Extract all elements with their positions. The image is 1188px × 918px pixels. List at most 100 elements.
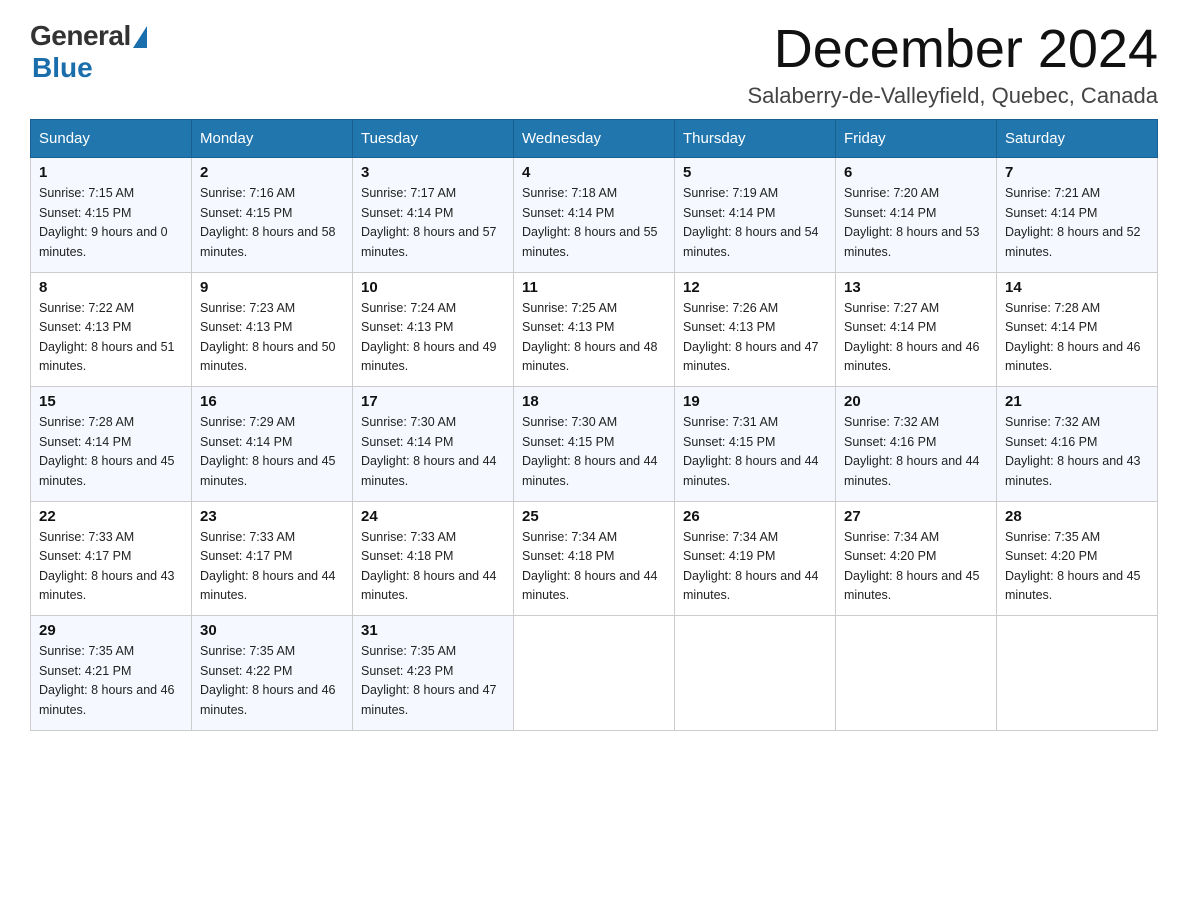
day-cell: 6 Sunrise: 7:20 AMSunset: 4:14 PMDaylight… xyxy=(836,158,997,273)
day-number: 23 xyxy=(200,508,344,525)
column-header-wednesday: Wednesday xyxy=(514,120,675,158)
day-cell: 31 Sunrise: 7:35 AMSunset: 4:23 PMDayligh… xyxy=(353,616,514,731)
day-cell: 20 Sunrise: 7:32 AMSunset: 4:16 PMDayligh… xyxy=(836,387,997,502)
day-number: 14 xyxy=(1005,279,1149,296)
column-header-tuesday: Tuesday xyxy=(353,120,514,158)
day-number: 9 xyxy=(200,279,344,296)
day-info: Sunrise: 7:32 AMSunset: 4:16 PMDaylight:… xyxy=(844,413,988,491)
day-number: 10 xyxy=(361,279,505,296)
calendar-body: 1Sunrise: 7:15 AMSunset: 4:15 PMDaylight… xyxy=(31,158,1158,731)
day-info: Sunrise: 7:19 AMSunset: 4:14 PMDaylight:… xyxy=(683,184,827,262)
day-info: Sunrise: 7:25 AMSunset: 4:13 PMDaylight:… xyxy=(522,299,666,377)
day-info: Sunrise: 7:20 AMSunset: 4:14 PMDaylight:… xyxy=(844,184,988,262)
day-info: Sunrise: 7:28 AMSunset: 4:14 PMDaylight:… xyxy=(39,413,183,491)
day-number: 26 xyxy=(683,508,827,525)
day-number: 15 xyxy=(39,393,183,410)
day-info: Sunrise: 7:33 AMSunset: 4:17 PMDaylight:… xyxy=(200,528,344,606)
day-number: 13 xyxy=(844,279,988,296)
day-info: Sunrise: 7:23 AMSunset: 4:13 PMDaylight:… xyxy=(200,299,344,377)
day-number: 21 xyxy=(1005,393,1149,410)
week-row-4: 22 Sunrise: 7:33 AMSunset: 4:17 PMDayligh… xyxy=(31,501,1158,616)
day-info: Sunrise: 7:35 AMSunset: 4:20 PMDaylight:… xyxy=(1005,528,1149,606)
day-info: Sunrise: 7:17 AMSunset: 4:14 PMDaylight:… xyxy=(361,184,505,262)
day-cell: 30Sunrise: 7:35 AMSunset: 4:22 PMDayligh… xyxy=(192,616,353,731)
day-number: 11 xyxy=(522,279,666,296)
day-info: Sunrise: 7:28 AMSunset: 4:14 PMDaylight:… xyxy=(1005,299,1149,377)
day-cell: 17 Sunrise: 7:30 AMSunset: 4:14 PMDayligh… xyxy=(353,387,514,502)
day-cell xyxy=(836,616,997,731)
month-title: December 2024 xyxy=(748,20,1159,79)
day-cell: 1Sunrise: 7:15 AMSunset: 4:15 PMDaylight… xyxy=(31,158,192,273)
column-header-sunday: Sunday xyxy=(31,120,192,158)
day-info: Sunrise: 7:30 AMSunset: 4:14 PMDaylight:… xyxy=(361,413,505,491)
location-subtitle: Salaberry-de-Valleyfield, Quebec, Canada xyxy=(748,83,1159,109)
day-number: 28 xyxy=(1005,508,1149,525)
day-cell: 16Sunrise: 7:29 AMSunset: 4:14 PMDayligh… xyxy=(192,387,353,502)
logo-triangle-icon xyxy=(133,26,147,48)
logo: General Blue xyxy=(30,20,147,84)
day-number: 29 xyxy=(39,622,183,639)
day-cell: 10Sunrise: 7:24 AMSunset: 4:13 PMDayligh… xyxy=(353,272,514,387)
column-header-monday: Monday xyxy=(192,120,353,158)
day-info: Sunrise: 7:34 AMSunset: 4:19 PMDaylight:… xyxy=(683,528,827,606)
day-info: Sunrise: 7:32 AMSunset: 4:16 PMDaylight:… xyxy=(1005,413,1149,491)
day-number: 27 xyxy=(844,508,988,525)
day-info: Sunrise: 7:30 AMSunset: 4:15 PMDaylight:… xyxy=(522,413,666,491)
day-cell: 9 Sunrise: 7:23 AMSunset: 4:13 PMDaylight… xyxy=(192,272,353,387)
day-number: 31 xyxy=(361,622,505,639)
day-number: 22 xyxy=(39,508,183,525)
day-number: 3 xyxy=(361,164,505,181)
day-cell xyxy=(675,616,836,731)
day-info: Sunrise: 7:33 AMSunset: 4:17 PMDaylight:… xyxy=(39,528,183,606)
week-row-5: 29 Sunrise: 7:35 AMSunset: 4:21 PMDayligh… xyxy=(31,616,1158,731)
day-number: 6 xyxy=(844,164,988,181)
header-row: SundayMondayTuesdayWednesdayThursdayFrid… xyxy=(31,120,1158,158)
calendar-header: SundayMondayTuesdayWednesdayThursdayFrid… xyxy=(31,120,1158,158)
day-info: Sunrise: 7:34 AMSunset: 4:18 PMDaylight:… xyxy=(522,528,666,606)
day-cell: 18Sunrise: 7:30 AMSunset: 4:15 PMDayligh… xyxy=(514,387,675,502)
day-cell xyxy=(514,616,675,731)
day-number: 17 xyxy=(361,393,505,410)
column-header-friday: Friday xyxy=(836,120,997,158)
day-cell: 14 Sunrise: 7:28 AMSunset: 4:14 PMDayligh… xyxy=(997,272,1158,387)
day-number: 2 xyxy=(200,164,344,181)
day-cell: 8Sunrise: 7:22 AMSunset: 4:13 PMDaylight… xyxy=(31,272,192,387)
day-cell: 3 Sunrise: 7:17 AMSunset: 4:14 PMDaylight… xyxy=(353,158,514,273)
calendar-table: SundayMondayTuesdayWednesdayThursdayFrid… xyxy=(30,119,1158,731)
day-number: 7 xyxy=(1005,164,1149,181)
page-header: General Blue December 2024 Salaberry-de-… xyxy=(30,20,1158,109)
day-number: 12 xyxy=(683,279,827,296)
day-cell: 13 Sunrise: 7:27 AMSunset: 4:14 PMDayligh… xyxy=(836,272,997,387)
day-number: 24 xyxy=(361,508,505,525)
day-info: Sunrise: 7:29 AMSunset: 4:14 PMDaylight:… xyxy=(200,413,344,491)
column-header-saturday: Saturday xyxy=(997,120,1158,158)
day-cell: 19Sunrise: 7:31 AMSunset: 4:15 PMDayligh… xyxy=(675,387,836,502)
day-cell xyxy=(997,616,1158,731)
day-cell: 7 Sunrise: 7:21 AMSunset: 4:14 PMDaylight… xyxy=(997,158,1158,273)
day-number: 1 xyxy=(39,164,183,181)
week-row-2: 8Sunrise: 7:22 AMSunset: 4:13 PMDaylight… xyxy=(31,272,1158,387)
day-info: Sunrise: 7:27 AMSunset: 4:14 PMDaylight:… xyxy=(844,299,988,377)
day-cell: 26 Sunrise: 7:34 AMSunset: 4:19 PMDayligh… xyxy=(675,501,836,616)
day-info: Sunrise: 7:35 AMSunset: 4:23 PMDaylight:… xyxy=(361,642,505,720)
day-cell: 24 Sunrise: 7:33 AMSunset: 4:18 PMDayligh… xyxy=(353,501,514,616)
title-area: December 2024 Salaberry-de-Valleyfield, … xyxy=(748,20,1159,109)
day-cell: 21 Sunrise: 7:32 AMSunset: 4:16 PMDayligh… xyxy=(997,387,1158,502)
day-number: 25 xyxy=(522,508,666,525)
day-number: 20 xyxy=(844,393,988,410)
day-info: Sunrise: 7:31 AMSunset: 4:15 PMDaylight:… xyxy=(683,413,827,491)
day-number: 30 xyxy=(200,622,344,639)
day-info: Sunrise: 7:35 AMSunset: 4:21 PMDaylight:… xyxy=(39,642,183,720)
day-info: Sunrise: 7:34 AMSunset: 4:20 PMDaylight:… xyxy=(844,528,988,606)
column-header-thursday: Thursday xyxy=(675,120,836,158)
day-cell: 2Sunrise: 7:16 AMSunset: 4:15 PMDaylight… xyxy=(192,158,353,273)
day-info: Sunrise: 7:33 AMSunset: 4:18 PMDaylight:… xyxy=(361,528,505,606)
day-info: Sunrise: 7:21 AMSunset: 4:14 PMDaylight:… xyxy=(1005,184,1149,262)
day-info: Sunrise: 7:18 AMSunset: 4:14 PMDaylight:… xyxy=(522,184,666,262)
logo-general-text: General xyxy=(30,20,131,52)
day-cell: 15 Sunrise: 7:28 AMSunset: 4:14 PMDayligh… xyxy=(31,387,192,502)
day-number: 4 xyxy=(522,164,666,181)
day-cell: 12Sunrise: 7:26 AMSunset: 4:13 PMDayligh… xyxy=(675,272,836,387)
day-info: Sunrise: 7:22 AMSunset: 4:13 PMDaylight:… xyxy=(39,299,183,377)
day-cell: 28 Sunrise: 7:35 AMSunset: 4:20 PMDayligh… xyxy=(997,501,1158,616)
